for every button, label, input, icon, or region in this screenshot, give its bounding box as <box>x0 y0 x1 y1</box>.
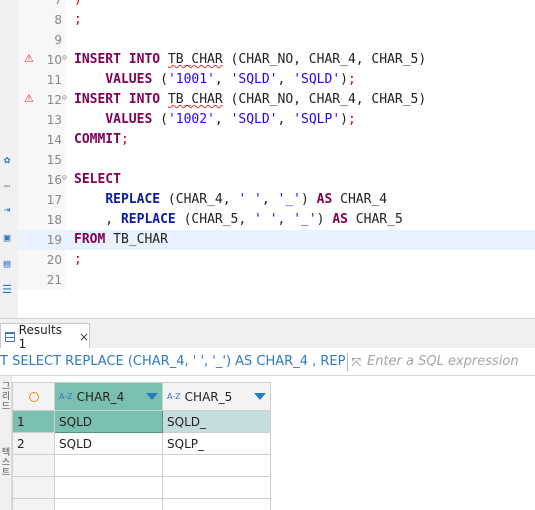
code-line-current: 19 FROM TB_CHAR <box>18 230 535 250</box>
script-icon[interactable]: ▤ <box>0 256 14 270</box>
grid-icon <box>5 331 15 342</box>
fold-icon[interactable]: ⊖ <box>62 54 70 62</box>
code-line: 8 ; <box>18 10 535 30</box>
column-header-char-5[interactable]: A-Z CHAR_5 <box>162 382 271 411</box>
code-line: ⚠ 12 ⊖ INSERT INTO TB_CHAR (CHAR_NO, CHA… <box>18 90 535 110</box>
table-cell[interactable]: SQLD <box>54 432 163 455</box>
code-text: COMMIT; <box>74 132 129 147</box>
line-number: 10 <box>46 53 62 67</box>
result-grid: A-Z CHAR_4 A-Z CHAR_5 1 SQLD SQLD_ 2 SQL… <box>12 382 271 510</box>
expand-icon[interactable]: ⤧ <box>350 355 363 369</box>
line-number: 21 <box>46 273 62 287</box>
line-number: 7 <box>54 0 62 7</box>
side-tab-text[interactable]: 텍스트 <box>0 448 12 478</box>
code-text: VALUES ('1001', 'SQLD', 'SQLD'); <box>105 72 356 87</box>
code-line: 7 ) <box>18 0 535 10</box>
code-line: 13 VALUES ('1002', 'SQLD', 'SQLP'); <box>18 110 535 130</box>
table-cell[interactable]: SQLD_ <box>162 410 271 433</box>
tab-results-1[interactable]: Results 1 × <box>0 322 90 351</box>
select-all-icon <box>28 391 39 402</box>
line-number: 17 <box>46 193 62 207</box>
line-number: 13 <box>46 113 62 127</box>
filter-bar: T SELECT REPLACE (CHAR_4, ' ', '_') AS C… <box>0 348 535 376</box>
line-number: 9 <box>54 33 62 47</box>
text-type-icon: A-Z <box>167 392 181 401</box>
code-text: REPLACE (CHAR_4, ' ', '_') AS CHAR_4 <box>105 192 388 207</box>
code-text: INSERT INTO TB_CHAR (CHAR_NO, CHAR_4, CH… <box>74 92 427 107</box>
line-number: 8 <box>54 13 62 27</box>
more-icon[interactable]: … <box>0 176 14 190</box>
text-type-icon: A-Z <box>59 392 73 401</box>
code-line: 17 REPLACE (CHAR_4, ' ', '_') AS CHAR_4 <box>18 190 535 210</box>
left-toolbar: ✿ … ⇥ ▣ ▤ ☰ <box>0 0 18 318</box>
row-number-header[interactable] <box>12 382 55 411</box>
table-cell[interactable]: SQLD <box>54 410 163 433</box>
results-tabbar: Results 1 × <box>0 318 535 351</box>
grid-header-row: A-Z CHAR_4 A-Z CHAR_5 <box>12 382 271 411</box>
export-icon[interactable]: ⇥ <box>0 202 14 216</box>
filter-input[interactable] <box>367 354 535 369</box>
line-number: 19 <box>46 233 62 247</box>
code-text: INSERT INTO TB_CHAR (CHAR_NO, CHAR_4, CH… <box>74 52 427 67</box>
query-text: T SELECT REPLACE (CHAR_4, ' ', '_') AS C… <box>0 354 345 369</box>
code-text: ) <box>74 0 82 10</box>
code-line: 15 <box>18 150 535 170</box>
divider <box>346 352 348 371</box>
code-text: ; <box>74 12 82 27</box>
code-line: 9 <box>18 30 535 50</box>
code-line: 16 ⊖ SELECT <box>18 170 535 190</box>
results-side-panel: 그리드 텍스트 <box>0 376 12 510</box>
format-icon[interactable]: ▣ <box>0 230 14 244</box>
line-number: 11 <box>46 73 62 87</box>
row-number[interactable]: 2 <box>12 432 55 455</box>
line-number: 14 <box>46 133 62 147</box>
warning-icon[interactable]: ⚠ <box>24 93 36 105</box>
empty-row <box>12 498 271 510</box>
line-number: 20 <box>46 253 62 267</box>
code-line: 20 ; <box>18 250 535 270</box>
line-number: 18 <box>46 213 62 227</box>
code-text: ; <box>74 252 82 267</box>
column-label: CHAR_5 <box>184 389 233 404</box>
column-label: CHAR_4 <box>76 389 125 404</box>
code-line: 21 <box>18 270 535 290</box>
fold-icon[interactable]: ⊖ <box>62 174 70 182</box>
side-tab-grid[interactable]: 그리드 <box>0 382 12 412</box>
close-icon[interactable]: × <box>79 330 89 344</box>
code-text: SELECT <box>74 172 121 187</box>
sort-icon[interactable] <box>146 393 158 400</box>
gear-icon[interactable]: ✿ <box>0 152 14 166</box>
table-row[interactable]: 1 SQLD SQLD_ <box>12 410 271 433</box>
code-text: , REPLACE (CHAR_5, ' ', '_') AS CHAR_5 <box>74 212 403 227</box>
outline-icon[interactable]: ☰ <box>0 282 14 296</box>
code-line: 18 , REPLACE (CHAR_5, ' ', '_') AS CHAR_… <box>18 210 535 230</box>
sql-editor[interactable]: 7 ) 8 ; 9 ⚠ 10 ⊖ INSERT INTO TB_CHAR (CH… <box>18 0 535 318</box>
empty-row <box>12 476 271 499</box>
tab-label: Results 1 <box>18 322 62 351</box>
code-text: FROM TB_CHAR <box>74 232 168 247</box>
fold-icon[interactable]: ⊖ <box>62 94 70 102</box>
empty-row <box>12 454 271 477</box>
code-line: 11 VALUES ('1001', 'SQLD', 'SQLD'); <box>18 70 535 90</box>
code-text: VALUES ('1002', 'SQLD', 'SQLP'); <box>105 112 356 127</box>
line-number: 12 <box>46 93 62 107</box>
code-line: 14 COMMIT; <box>18 130 535 150</box>
table-cell[interactable]: SQLP_ <box>162 432 271 455</box>
warning-icon[interactable]: ⚠ <box>24 53 36 65</box>
line-number: 15 <box>46 153 62 167</box>
line-number: 16 <box>46 173 62 187</box>
table-row[interactable]: 2 SQLD SQLP_ <box>12 432 271 455</box>
sort-icon[interactable] <box>254 393 266 400</box>
code-line: ⚠ 10 ⊖ INSERT INTO TB_CHAR (CHAR_NO, CHA… <box>18 50 535 70</box>
column-header-char-4[interactable]: A-Z CHAR_4 <box>54 382 163 411</box>
row-number[interactable]: 1 <box>12 410 55 433</box>
